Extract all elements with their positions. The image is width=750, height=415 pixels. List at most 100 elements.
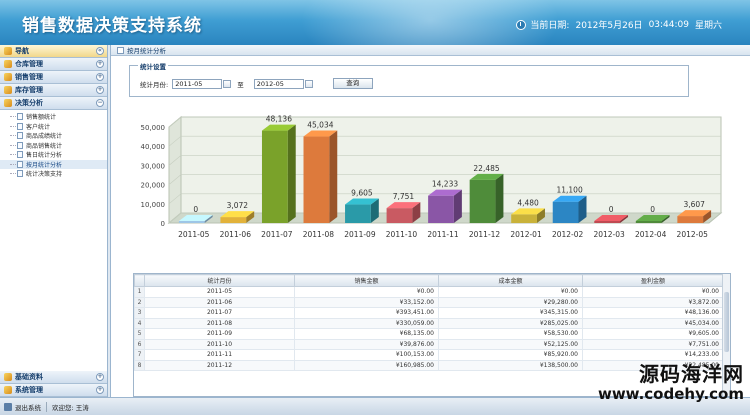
cell-cost: ¥345,315.00 [438, 307, 583, 319]
y-tick-label: 40,000 [141, 143, 166, 151]
folder-icon [4, 386, 12, 394]
bar [594, 221, 621, 223]
table-row[interactable]: 2 2011-06 ¥33,152.00 ¥29,280.00 ¥3,872.00 [134, 296, 724, 308]
expand-icon[interactable]: + [96, 386, 104, 394]
x-tick-label: 2011-12 [469, 230, 501, 239]
tab-monthly-analysis[interactable]: 按月统计分析 [111, 45, 750, 56]
y-tick-label: 20,000 [141, 182, 166, 190]
y-tick-label: 10,000 [141, 201, 166, 209]
bar [261, 130, 288, 223]
table-row[interactable]: 6 2011-10 ¥39,876.00 ¥52,125.00 ¥7,751.00 [134, 338, 724, 350]
logout-link[interactable]: 退出系统 [15, 402, 41, 412]
cell-profit: ¥7,751.00 [582, 338, 724, 350]
query-button[interactable]: 查询 [332, 78, 373, 89]
bar-value-label: 3,072 [227, 201, 249, 210]
welcome-text: 欢迎您: 王涛 [52, 403, 89, 412]
cell-cost: ¥29,280.00 [438, 296, 583, 308]
sidebar-section-basic-data[interactable]: 基础资料 + [0, 371, 107, 384]
bar-value-label: 0 [609, 205, 614, 214]
end-month-input[interactable]: 2012-05 [253, 78, 304, 89]
cell-sales: ¥68,135.00 [294, 328, 439, 340]
table-row[interactable]: 4 2011-08 ¥330,059.00 ¥285,025.00 ¥45,034.00 [134, 317, 724, 329]
row-index: 6 [134, 338, 145, 350]
cell-sales: ¥39,876.00 [294, 338, 439, 350]
document-icon [17, 113, 23, 121]
collapse-icon[interactable]: « [96, 47, 104, 55]
start-month-input[interactable]: 2011-05 [172, 78, 223, 89]
column-header-sales[interactable]: 销售金额 [294, 274, 439, 287]
tree-item-daily-analysis[interactable]: 售日统计分析 [0, 150, 107, 160]
bar [635, 221, 662, 223]
tree-item-product-sales[interactable]: 商品销售统计 [0, 141, 107, 151]
x-tick-label: 2011-11 [427, 230, 459, 239]
cell-month: 2011-08 [144, 317, 295, 329]
table-row[interactable]: 1 2011-05 ¥0.00 ¥0.00 ¥0.00 [134, 286, 724, 298]
divider [46, 401, 47, 412]
bar-value-label: 45,034 [307, 121, 333, 130]
calendar-icon[interactable] [223, 79, 232, 88]
sidebar-bottom: 基础资料 + 系统管理 + [0, 371, 107, 397]
x-tick-label: 2011-05 [178, 230, 210, 239]
bar-side [495, 173, 504, 223]
x-tick-label: 2011-10 [386, 230, 418, 239]
bar-value-label: 14,233 [432, 180, 458, 189]
bar [552, 201, 579, 223]
bar-side [329, 130, 338, 223]
row-index: 7 [134, 349, 145, 361]
current-weekday: 星期六 [694, 21, 722, 31]
column-header-cost[interactable]: 成本金额 [438, 274, 583, 287]
bar [386, 208, 413, 223]
tree-item-product-stats[interactable]: 商品成绩统计 [0, 131, 107, 141]
column-header-month[interactable]: 统计月份 [144, 274, 295, 287]
bar [677, 216, 704, 223]
current-datetime: 当前日期: 2012年5月26日 03:44:09 星期六 [516, 18, 728, 31]
expand-icon[interactable]: + [96, 373, 104, 381]
cell-sales: ¥330,059.00 [294, 317, 439, 329]
document-icon [17, 132, 23, 140]
cell-profit: ¥45,034.00 [582, 317, 724, 329]
tree-item-label: 商品成绩统计 [26, 133, 63, 141]
section-label: 库存管理 [15, 86, 43, 94]
sidebar-section-warehouse[interactable]: 仓库管理 + [0, 58, 107, 71]
tree-item-monthly-analysis[interactable]: 按月统计分析 [0, 159, 107, 169]
cell-profit: ¥48,136.00 [582, 307, 724, 319]
bar-value-label: 0 [193, 205, 198, 214]
bar-value-label: 9,605 [351, 189, 373, 198]
bar-value-label: 22,485 [473, 164, 499, 173]
main-panel: 按月统计分析 统计设置 统计月份: 2011-05 至 2012-05 查询 0… [110, 45, 750, 397]
cell-profit: ¥9,605.00 [582, 328, 724, 340]
scrollbar-thumb[interactable] [724, 292, 729, 352]
bar [178, 221, 205, 223]
calendar-icon[interactable] [304, 79, 313, 88]
section-label: 决策分析 [15, 99, 43, 107]
column-header-profit[interactable]: 盈利金额 [582, 274, 724, 287]
x-tick-label: 2011-08 [303, 230, 335, 239]
tree-item-decision-support[interactable]: 统计决策支持 [0, 169, 107, 179]
folder-icon [4, 99, 12, 107]
app-header: 销售数据决策支持系统 当前日期: 2012年5月26日 03:44:09 星期六 [0, 0, 750, 45]
cell-month: 2011-05 [144, 286, 295, 298]
row-index: 3 [134, 307, 145, 319]
current-time: 03:44:09 [648, 19, 689, 30]
tree-item-sales-stats[interactable]: 销售额统计 [0, 112, 107, 122]
expand-icon[interactable]: + [96, 60, 104, 68]
folder-icon [4, 373, 12, 381]
table-row[interactable]: 5 2011-09 ¥68,135.00 ¥58,530.00 ¥9,605.00 [134, 328, 724, 340]
bar-value-label: 11,100 [556, 186, 582, 195]
sidebar-section-analysis[interactable]: 决策分析 − [0, 97, 107, 110]
logout-icon[interactable] [4, 402, 12, 411]
table-row[interactable]: 3 2011-07 ¥393,451.00 ¥345,315.00 ¥48,136.00 [134, 307, 724, 319]
expand-icon[interactable]: + [96, 73, 104, 81]
collapse-icon[interactable]: − [96, 99, 104, 107]
sidebar-section-inventory[interactable]: 库存管理 + [0, 84, 107, 97]
sidebar-section-sales[interactable]: 销售管理 + [0, 71, 107, 84]
bar [469, 179, 496, 223]
x-tick-label: 2012-02 [552, 230, 584, 239]
watermark-cn: 源码海洋网 [639, 362, 744, 386]
column-header-index [134, 274, 145, 287]
sidebar-section-system[interactable]: 系统管理 + [0, 384, 107, 397]
tree-item-customer-stats[interactable]: 客户统计 [0, 122, 107, 132]
analysis-tree: 销售额统计 客户统计 商品成绩统计 商品销售统计 售日统计分析 按月统计分析 统… [0, 110, 107, 179]
y-tick-label: 0 [161, 220, 165, 228]
expand-icon[interactable]: + [96, 86, 104, 94]
